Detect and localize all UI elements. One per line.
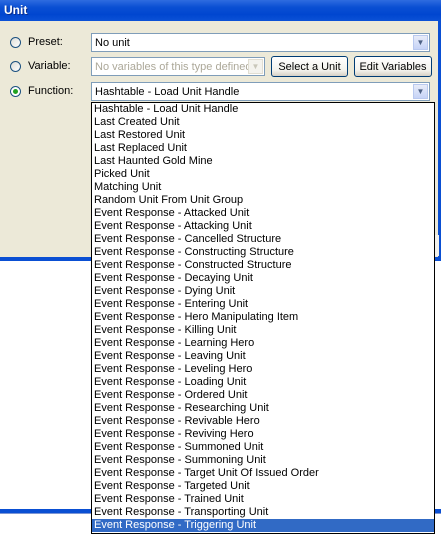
dropdown-item[interactable]: Event Response - Attacked Unit — [92, 207, 434, 220]
select-unit-button[interactable]: Select a Unit — [271, 56, 348, 77]
variable-value: No variables of this type defined — [95, 60, 248, 73]
title-bar[interactable]: Unit — [0, 0, 441, 21]
dropdown-item[interactable]: Event Response - Reviving Hero — [92, 428, 434, 441]
dropdown-item[interactable]: Event Response - Killing Unit — [92, 324, 434, 337]
function-row: Function: — [10, 81, 90, 101]
chevron-down-icon: ▼ — [248, 59, 263, 74]
variable-radio[interactable] — [10, 60, 21, 72]
window-title: Unit — [4, 3, 28, 17]
dropdown-item[interactable]: Event Response - Constructing Structure — [92, 246, 434, 259]
dropdown-item[interactable]: Event Response - Constructed Structure — [92, 259, 434, 272]
preset-combo[interactable]: No unit ▼ — [91, 33, 430, 52]
dropdown-item[interactable]: Event Response - Attacking Unit — [92, 220, 434, 233]
dropdown-item[interactable]: Event Response - Targeted Unit — [92, 480, 434, 493]
preset-row: Preset: — [10, 32, 90, 52]
function-dropdown-list[interactable]: Hashtable - Load Unit Handle Last Created… — [91, 102, 435, 534]
dropdown-item[interactable]: Event Response - Cancelled Structure — [92, 233, 434, 246]
dropdown-item[interactable]: Event Response - Dying Unit — [92, 285, 434, 298]
preset-radio[interactable] — [10, 36, 21, 48]
dropdown-item[interactable]: Last Restored Unit — [92, 129, 434, 142]
dropdown-item[interactable]: Last Replaced Unit — [92, 142, 434, 155]
dropdown-item[interactable]: Event Response - Ordered Unit — [92, 389, 434, 402]
variable-label: Variable: — [28, 60, 71, 72]
dropdown-item[interactable]: Event Response - Hero Manipulating Item — [92, 311, 434, 324]
function-combo[interactable]: Hashtable - Load Unit Handle ▼ — [91, 82, 430, 101]
chevron-down-icon[interactable]: ▼ — [413, 35, 428, 50]
variable-row: Variable: — [10, 56, 90, 76]
dropdown-item[interactable]: Picked Unit — [92, 168, 434, 181]
variable-combo: No variables of this type defined ▼ — [91, 57, 265, 76]
function-radio[interactable] — [10, 85, 21, 97]
unit-dialog-window: Unit Preset: No unit ▼ Variable: No vari… — [0, 0, 441, 542]
preset-value: No unit — [95, 36, 130, 49]
dropdown-item[interactable]: Event Response - Loading Unit — [92, 376, 434, 389]
edit-variables-button[interactable]: Edit Variables — [354, 56, 432, 77]
dropdown-item[interactable]: Hashtable - Load Unit Handle — [92, 103, 434, 116]
preset-label: Preset: — [28, 36, 63, 48]
dropdown-item[interactable]: Event Response - Entering Unit — [92, 298, 434, 311]
dropdown-item[interactable]: Event Response - Learning Hero — [92, 337, 434, 350]
chevron-down-icon[interactable]: ▼ — [413, 84, 428, 99]
dropdown-item[interactable]: Last Created Unit — [92, 116, 434, 129]
dropdown-item[interactable]: Event Response - Researching Unit — [92, 402, 434, 415]
dropdown-item[interactable]: Event Response - Leaving Unit — [92, 350, 434, 363]
dropdown-item[interactable]: Event Response - Leveling Hero — [92, 363, 434, 376]
dropdown-item[interactable]: Matching Unit — [92, 181, 434, 194]
function-value: Hashtable - Load Unit Handle — [95, 85, 240, 98]
dropdown-item[interactable]: Event Response - Transporting Unit — [92, 506, 434, 519]
dropdown-item[interactable]: Event Response - Summoned Unit — [92, 441, 434, 454]
dropdown-item[interactable]: Event Response - Triggering Unit — [92, 519, 434, 532]
dropdown-item[interactable]: Event Response - Target Unit Of Issued O… — [92, 467, 434, 480]
dropdown-item[interactable]: Last Haunted Gold Mine — [92, 155, 434, 168]
dropdown-item[interactable]: Random Unit From Unit Group — [92, 194, 434, 207]
function-label: Function: — [28, 85, 74, 97]
dropdown-item[interactable]: Event Response - Decaying Unit — [92, 272, 434, 285]
dropdown-item[interactable]: Event Response - Summoning Unit — [92, 454, 434, 467]
dropdown-item[interactable]: Event Response - Revivable Hero — [92, 415, 434, 428]
dropdown-item[interactable]: Event Response - Trained Unit — [92, 493, 434, 506]
